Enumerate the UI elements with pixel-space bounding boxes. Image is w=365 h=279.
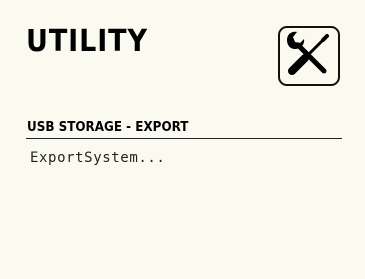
utility-screen: UTILITY USB STORAGE - EXPORT ExportSyste…	[0, 0, 365, 279]
divider	[26, 138, 342, 139]
tools-icon	[278, 26, 340, 86]
section-header: USB STORAGE - EXPORT	[27, 120, 189, 135]
status-text: ExportSystem...	[30, 150, 166, 166]
page-title: UTILITY	[26, 24, 148, 59]
